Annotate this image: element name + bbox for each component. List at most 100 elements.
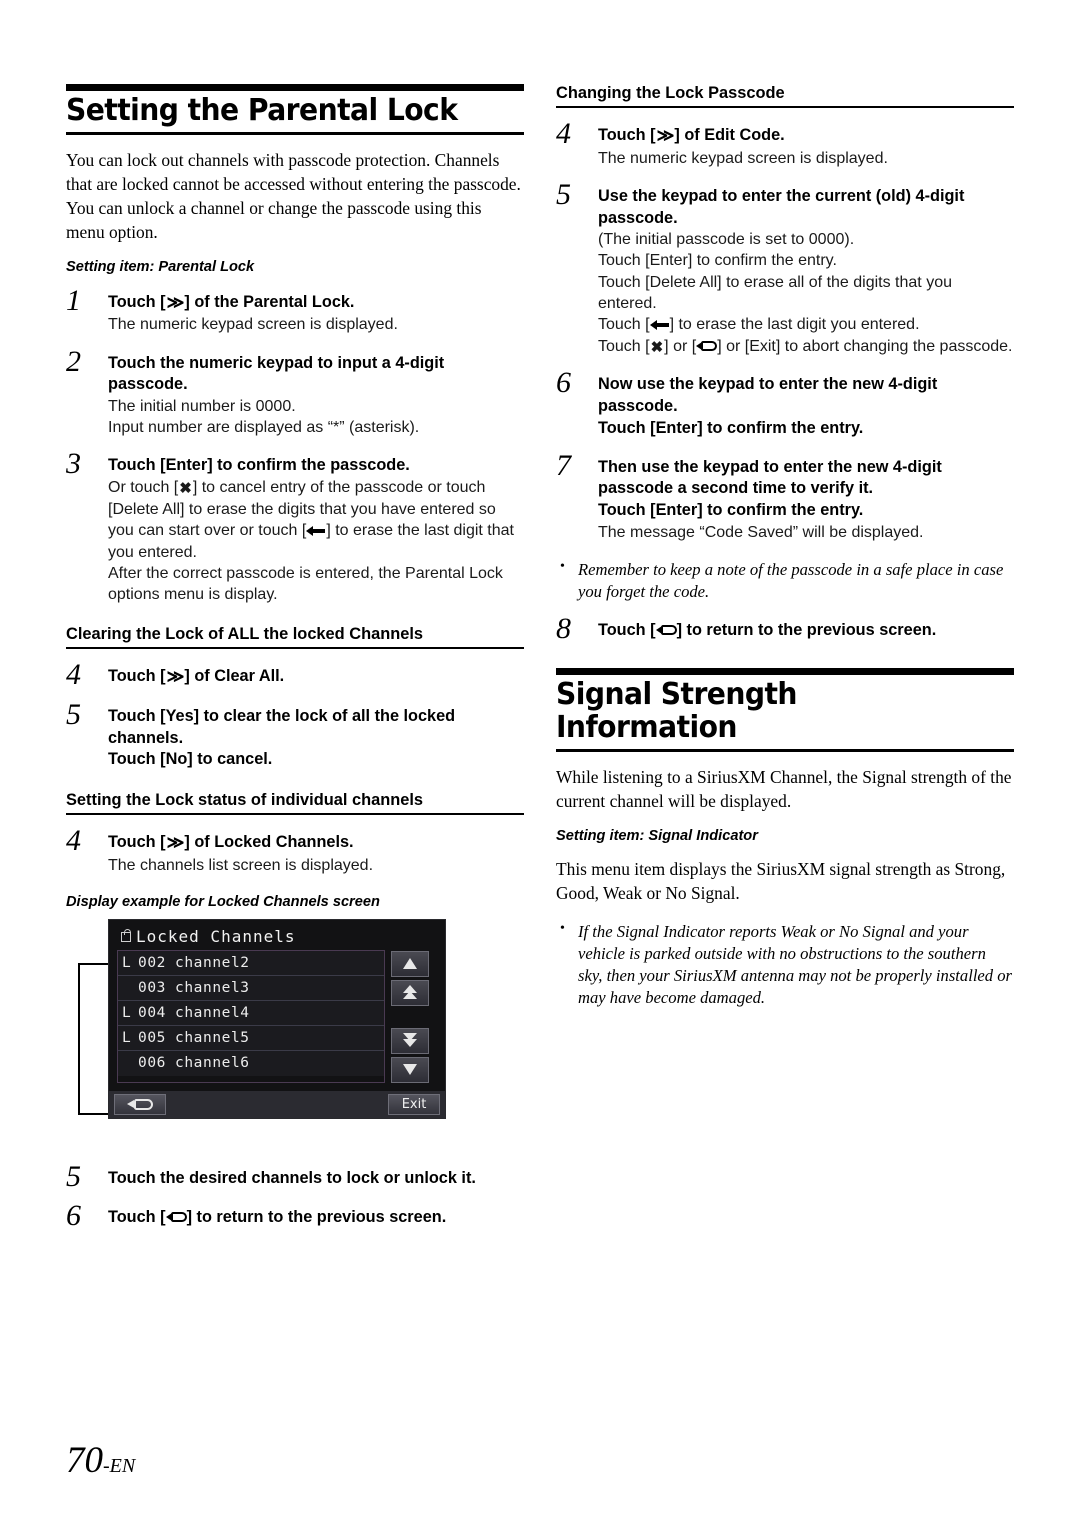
return-arrow-icon — [696, 340, 718, 353]
subtext-part-1: Touch [ — [598, 316, 650, 334]
double-triangle-down-icon — [402, 1033, 418, 1048]
step-6: 6 Now use the keypad to enter the new 4-… — [556, 368, 1014, 439]
step-individual-4: 4 Touch [≫] of Locked Channels. The chan… — [66, 825, 524, 876]
step-title: Touch [Enter] to confirm the passcode. — [108, 456, 410, 475]
step-number: 6 — [556, 366, 571, 400]
step-title-suffix: ] to return to the previous screen. — [186, 1207, 447, 1226]
chevron-double-right-icon: ≫ — [166, 667, 185, 687]
signal-intro-paragraph: While listening to a SiriusXM Channel, t… — [556, 766, 1012, 811]
exit-button[interactable]: Exit — [388, 1093, 440, 1115]
backspace-arrow-icon — [306, 525, 326, 536]
step-title-line-1: Touch [Yes] to clear the lock of all the… — [108, 706, 456, 747]
return-arrow-icon — [127, 1098, 153, 1111]
manual-page: Setting the Parental Lock You can lock o… — [0, 0, 1080, 1526]
channel-number: 003 — [138, 979, 166, 996]
step-subtext-1: (The initial passcode is set to 0000). — [598, 231, 855, 249]
note-signal-indicator: If the Signal Indicator reports Weak or … — [556, 920, 1014, 1009]
step-number: 3 — [66, 447, 81, 481]
header-rule-bottom — [66, 131, 524, 135]
close-x-icon: ✖ — [179, 480, 192, 498]
step-clear-4: 4 Touch [≫] of Clear All. — [66, 660, 524, 690]
scroll-down-button[interactable] — [391, 1056, 429, 1083]
screen-title-label: Locked Channels — [136, 926, 296, 946]
step-2: 2 Touch the numeric keypad to input a 4-… — [66, 346, 524, 439]
triangle-down-icon — [403, 1064, 417, 1076]
step-title-prefix: Touch [ — [108, 1207, 166, 1226]
step-subtext: The message “Code Saved” will be display… — [598, 523, 924, 541]
page-language-code: -EN — [103, 1455, 136, 1477]
subtext-part-1: Touch [ — [598, 337, 650, 355]
step-subtext-1: The initial number is 0000. — [108, 397, 296, 415]
screen-body: L 002 channel2 003 channel3 L 004 channe… — [109, 949, 445, 1083]
subheading-clear-all: Clearing the Lock of ALL the locked Chan… — [66, 625, 524, 650]
step-subtext-b: After the correct passcode is entered, t… — [108, 564, 503, 604]
subheading-individual-channels: Setting the Lock status of individual ch… — [66, 791, 524, 815]
step-number: 6 — [66, 1198, 81, 1232]
step-title: Touch [≫] of Clear All. — [108, 666, 524, 689]
page-number: 70 — [66, 1440, 103, 1481]
channel-name: channel5 — [175, 1029, 250, 1046]
list-item[interactable]: 006 channel6 — [118, 1050, 384, 1076]
lock-marker: L — [122, 1029, 132, 1046]
step-individual-6: 6 Touch [ ] to return to the previous scr… — [66, 1200, 524, 1230]
step-title-line-1: Then use the keypad to enter the new 4-d… — [598, 457, 942, 498]
subtext-part-2: ] to erase the last digit you entered. — [669, 316, 920, 334]
subtext-part-3: ] or [Exit] to abort changing the passco… — [717, 337, 1013, 355]
lock-marker: L — [122, 954, 132, 971]
step-title-line-2: Touch [No] to cancel. — [108, 750, 273, 769]
header-rule-top — [66, 84, 524, 91]
step-title-prefix: Touch [ — [598, 620, 656, 639]
section-header-parental-lock: Setting the Parental Lock — [66, 84, 524, 135]
chevron-double-right-icon: ≫ — [166, 292, 185, 312]
header-rule-top — [556, 667, 1014, 675]
signal-description-paragraph: This menu item displays the SiriusXM sig… — [556, 858, 1006, 903]
list-item[interactable]: 003 channel3 — [118, 975, 384, 1001]
page-up-button[interactable] — [391, 979, 429, 1006]
channel-number: 005 — [138, 1029, 166, 1046]
channel-number: 004 — [138, 1004, 166, 1021]
left-column: Setting the Parental Lock You can lock o… — [66, 84, 524, 1230]
channel-name: channel3 — [175, 979, 250, 996]
step-number: 8 — [556, 611, 571, 645]
setting-item-parental-lock: Setting item: Parental Lock — [66, 258, 255, 275]
chevron-double-right-icon: ≫ — [656, 126, 675, 145]
step-title-line-1: Now use the keypad to enter the new 4-di… — [598, 375, 938, 416]
step-title-suffix: ] to return to the previous screen. — [676, 620, 937, 639]
step-5: 5 Use the keypad to enter the current (o… — [556, 179, 1014, 358]
device-screen: Locked Channels L 002 channel2 003 chann… — [108, 918, 446, 1119]
subtext-part-2: ] or [ — [664, 337, 697, 355]
step-number: 5 — [66, 1159, 81, 1193]
step-number: 4 — [66, 823, 81, 857]
list-item[interactable]: L 004 channel4 — [118, 1000, 384, 1026]
list-item[interactable]: L 002 channel2 — [118, 950, 384, 976]
page-down-button[interactable] — [391, 1027, 429, 1054]
step-number: 7 — [556, 448, 571, 482]
step-subtext: The numeric keypad screen is displayed. — [108, 316, 398, 334]
channel-name: channel4 — [175, 1004, 250, 1021]
step-4: 4 Touch [≫] of Edit Code. The numeric ke… — [556, 119, 1014, 169]
step-title-prefix: Touch [ — [108, 667, 166, 686]
double-triangle-up-icon — [402, 985, 418, 1000]
return-arrow-icon — [655, 624, 677, 637]
setting-item-signal-indicator: Setting item: Signal Indicator — [556, 827, 758, 844]
step-title-suffix: ] of Locked Channels. — [184, 832, 354, 851]
step-title: Touch [ ] to return to the previous scree… — [108, 1207, 524, 1229]
step-title: Touch the desired channels to lock or un… — [108, 1168, 476, 1187]
channel-number: 002 — [138, 954, 166, 971]
screen-title-bar: Locked Channels — [109, 920, 445, 950]
scroll-up-button[interactable] — [391, 950, 429, 977]
right-column: Changing the Lock Passcode 4 Touch [≫] o… — [556, 84, 1014, 1009]
backspace-arrow-icon — [649, 319, 670, 330]
step-subtext-4: Touch [ ] to erase the last digit you ent… — [598, 314, 1014, 335]
step-number: 5 — [66, 697, 81, 731]
back-button[interactable] — [114, 1093, 166, 1115]
step-title-suffix: ] of Clear All. — [184, 667, 285, 686]
step-title-prefix: Touch [ — [598, 126, 656, 144]
step-title: Use the keypad to enter the current (old… — [598, 186, 965, 227]
step-title: Touch [≫] of Locked Channels. — [108, 832, 524, 855]
subtext-part-1: Or touch [ — [108, 479, 179, 497]
header-rule-bottom — [556, 748, 1014, 752]
list-item[interactable]: L 005 channel5 — [118, 1025, 384, 1051]
screen-bottom-bar: Exit — [109, 1090, 445, 1118]
section-header-signal-strength: Signal Strength Information — [556, 667, 1014, 752]
